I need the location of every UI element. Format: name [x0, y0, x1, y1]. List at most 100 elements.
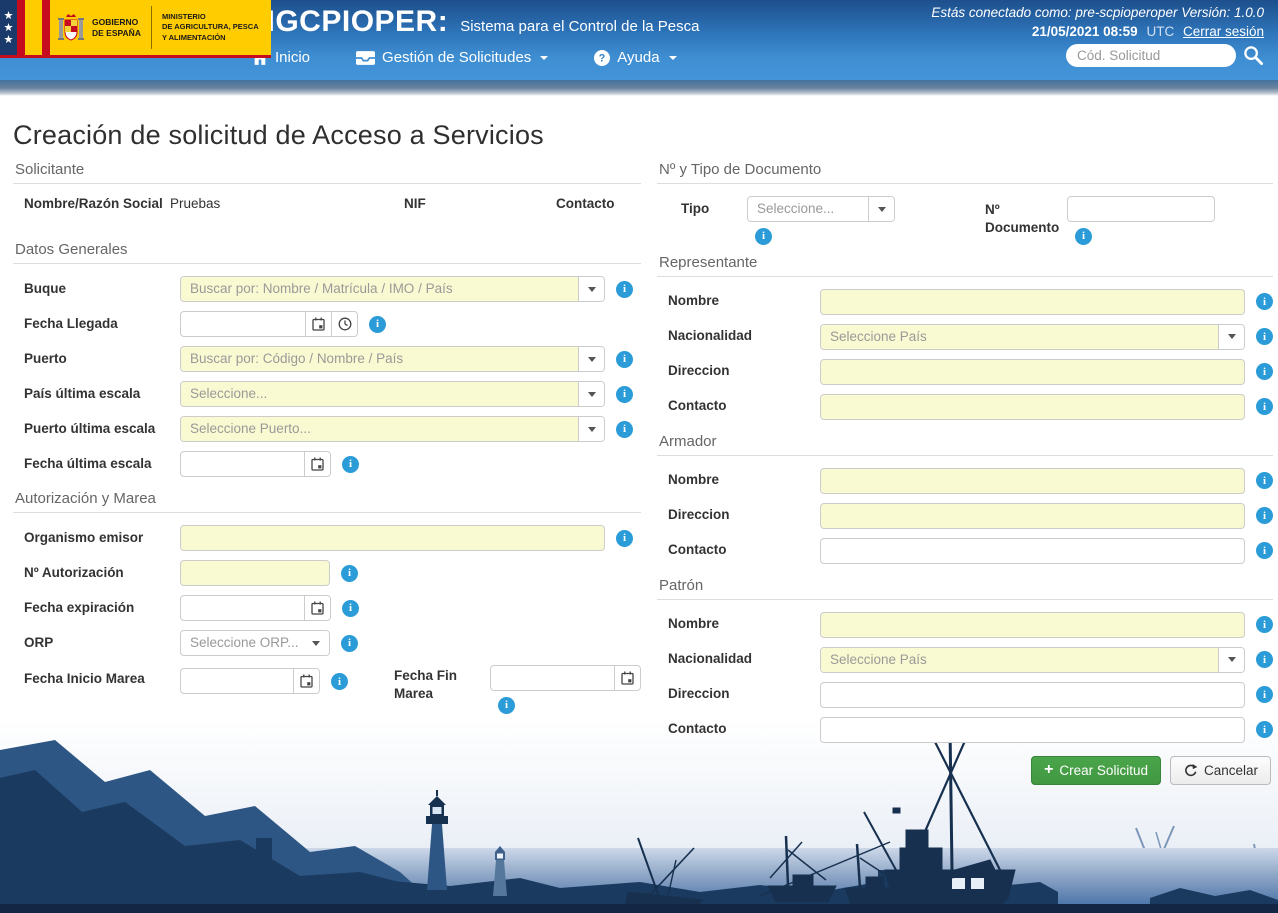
num-documento-input[interactable]	[1067, 196, 1215, 222]
government-logo[interactable]: GOBIERNO DE ESPAÑA MINISTERIO DE AGRICUL…	[0, 0, 271, 58]
info-icon[interactable]: i	[1256, 363, 1273, 380]
calendar-button[interactable]	[293, 669, 319, 693]
rep-nombre-input[interactable]	[820, 289, 1245, 315]
info-icon[interactable]: i	[1256, 542, 1273, 559]
puerto-select[interactable]: Buscar por: Código / Nombre / País	[180, 346, 605, 372]
info-icon[interactable]: i	[1256, 293, 1273, 310]
nav-label: Inicio	[275, 49, 310, 66]
plus-icon: +	[1044, 762, 1053, 778]
info-icon[interactable]: i	[1256, 507, 1273, 524]
info-icon[interactable]: i	[342, 456, 359, 473]
rep-nacionalidad-dropdown-button[interactable]	[1218, 325, 1244, 349]
calendar-button[interactable]	[304, 452, 330, 476]
calendar-button[interactable]	[614, 666, 640, 690]
info-icon[interactable]: i	[1256, 651, 1273, 668]
calendar-icon	[311, 601, 324, 615]
tipo-dropdown-button[interactable]	[868, 197, 894, 221]
cancelar-button[interactable]: Cancelar	[1170, 756, 1271, 785]
gobierno-text: GOBIERNO DE ESPAÑA	[92, 17, 141, 38]
logout-link[interactable]: Cerrar sesión	[1183, 24, 1264, 39]
arm-nombre-label: Nombre	[668, 472, 820, 488]
nombre-razon-label: Nombre/Razón Social	[24, 196, 170, 211]
contacto-label: Contacto	[556, 196, 615, 211]
fecha-inicio-input[interactable]	[181, 669, 293, 693]
pais-ultima-select[interactable]: Seleccione...	[180, 381, 605, 407]
info-icon[interactable]: i	[342, 600, 359, 617]
section-representante: Representante	[657, 254, 1273, 277]
crear-solicitud-button[interactable]: + Crear Solicitud	[1031, 756, 1161, 785]
puerto-ultima-dropdown-button[interactable]	[578, 417, 604, 441]
info-icon[interactable]: i	[616, 421, 633, 438]
puerto-dropdown-button[interactable]	[578, 347, 604, 371]
info-icon[interactable]: i	[369, 316, 386, 333]
fecha-inicio-group	[180, 668, 320, 694]
pat-contacto-input[interactable]	[820, 717, 1245, 743]
field-fecha-llegada: Fecha Llegada i	[13, 311, 641, 337]
fecha-llegada-input[interactable]	[181, 312, 305, 336]
info-icon[interactable]: i	[616, 281, 633, 298]
info-icon[interactable]: i	[341, 565, 358, 582]
info-icon[interactable]: i	[1256, 721, 1273, 738]
tipo-select[interactable]: Seleccione...	[747, 196, 895, 222]
chevron-down-icon	[312, 641, 320, 646]
puerto-ultima-select[interactable]: Seleccione Puerto...	[180, 416, 605, 442]
info-icon[interactable]: i	[755, 228, 772, 245]
info-icon[interactable]: i	[1256, 398, 1273, 415]
info-below: i	[498, 695, 641, 714]
tipo-label: Tipo	[681, 196, 747, 216]
buque-dropdown-button[interactable]	[578, 277, 604, 301]
info-icon[interactable]: i	[1075, 228, 1092, 245]
organismo-input[interactable]	[180, 525, 605, 551]
pat-nombre-input[interactable]	[820, 612, 1245, 638]
nav-gestion-solicitudes[interactable]: Gestión de Solicitudes	[356, 49, 548, 66]
nav-ayuda[interactable]: ? Ayuda	[594, 49, 676, 66]
search-input[interactable]	[1066, 44, 1236, 67]
info-icon[interactable]: i	[331, 673, 348, 690]
info-icon[interactable]: i	[616, 386, 633, 403]
pat-contacto-label: Contacto	[668, 721, 820, 737]
fecha-expiracion-input[interactable]	[181, 596, 304, 620]
info-icon[interactable]: i	[1256, 616, 1273, 633]
rep-contacto-input[interactable]	[820, 394, 1245, 420]
search-icon[interactable]	[1243, 45, 1264, 66]
info-icon[interactable]: i	[616, 351, 633, 368]
left-column: Solicitante Nombre/Razón Social Pruebas …	[13, 161, 641, 723]
field-fecha-expiracion: Fecha expiración i	[13, 595, 641, 621]
session-text: Estás conectado como: pre-scpioperoper V…	[931, 5, 1264, 20]
arm-contacto-input[interactable]	[820, 538, 1245, 564]
field-fechas-marea: Fecha Inicio Marea i Fecha Fin Marea	[13, 665, 641, 714]
cancelar-label: Cancelar	[1204, 763, 1258, 778]
info-icon[interactable]: i	[616, 530, 633, 547]
chevron-down-icon	[669, 56, 677, 60]
info-icon[interactable]: i	[1256, 472, 1273, 489]
fecha-fin-input[interactable]	[491, 666, 614, 690]
buque-select[interactable]: Buscar por: Nombre / Matrícula / IMO / P…	[180, 276, 605, 302]
fecha-expiracion-group	[180, 595, 331, 621]
pat-nacionalidad-dropdown-button[interactable]	[1218, 648, 1244, 672]
calendar-button[interactable]	[304, 596, 330, 620]
info-icon[interactable]: i	[1256, 328, 1273, 345]
field-puerto-ultima-escala: Puerto última escala Seleccione Puerto..…	[13, 416, 641, 442]
buque-placeholder: Buscar por: Nombre / Matrícula / IMO / P…	[181, 277, 578, 301]
rep-nacionalidad-select[interactable]: Seleccione País	[820, 324, 1245, 350]
rep-nacionalidad-label: Nacionalidad	[668, 328, 820, 344]
arm-nombre-input[interactable]	[820, 468, 1245, 494]
info-icon[interactable]: i	[341, 635, 358, 652]
pais-ultima-label: País última escala	[24, 386, 180, 402]
info-icon[interactable]: i	[498, 697, 515, 714]
rep-direccion-input[interactable]	[820, 359, 1245, 385]
fecha-ultima-input[interactable]	[181, 452, 304, 476]
pais-ultima-dropdown-button[interactable]	[578, 382, 604, 406]
time-button[interactable]	[331, 312, 357, 336]
fecha-fin-block: i	[490, 665, 641, 714]
calendar-button[interactable]	[305, 312, 331, 336]
pat-direccion-input[interactable]	[820, 682, 1245, 708]
orp-dropdown-button[interactable]	[303, 631, 329, 655]
arm-direccion-input[interactable]	[820, 503, 1245, 529]
pais-ultima-placeholder: Seleccione...	[181, 382, 578, 406]
orp-select[interactable]: Seleccione ORP...	[180, 630, 330, 656]
chevron-down-icon	[588, 287, 596, 292]
info-icon[interactable]: i	[1256, 686, 1273, 703]
num-autorizacion-input[interactable]	[180, 560, 330, 586]
pat-nacionalidad-select[interactable]: Seleccione País	[820, 647, 1245, 673]
